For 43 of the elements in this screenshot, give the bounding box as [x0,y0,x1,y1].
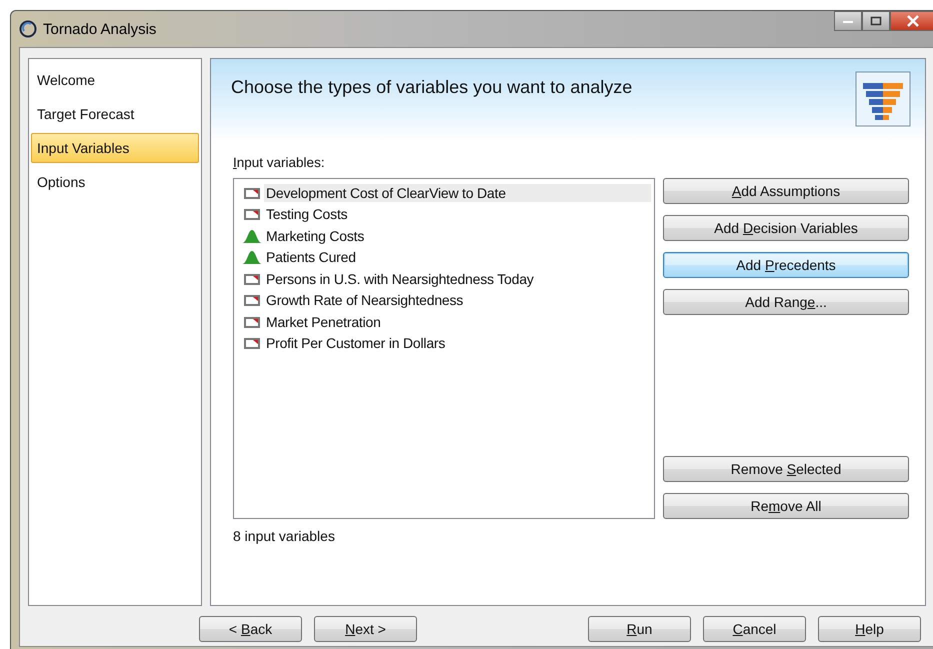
maximize-button[interactable] [862,11,890,31]
variable-count: 8 input variables [233,528,336,544]
cell-icon [242,314,262,329]
cell-icon [242,207,262,222]
add-button[interactable]: Add Range... [663,289,909,315]
action-button[interactable]: Help [818,616,921,642]
list-item[interactable]: Marketing Costs [264,226,651,245]
list-item[interactable]: Market Penetration [264,312,651,331]
add-button[interactable]: Add Assumptions [663,178,909,204]
maximize-icon [870,16,882,26]
remove-button[interactable]: Remove Selected [663,456,909,482]
window-title: Tornado Analysis [43,20,156,38]
add-button[interactable]: Add Decision Variables [663,215,909,241]
nav-button[interactable]: Next > [314,616,417,642]
cell-icon [242,272,262,286]
cell-icon [242,336,262,350]
remove-button[interactable]: Remove All [663,493,909,519]
bell-curve-icon [242,250,262,264]
sidebar-item[interactable]: Welcome [31,65,199,95]
action-button[interactable]: Cancel [703,616,806,642]
tornado-chart-icon [855,71,911,127]
list-item[interactable]: Persons in U.S. with Nearsightedness Today [264,270,651,288]
add-button[interactable]: Add Precedents [663,252,909,278]
list-item[interactable]: Growth Rate of Nearsightedness [264,291,651,310]
sidebar-item[interactable]: Input Variables [31,133,199,163]
sidebar-item[interactable]: Options [31,167,199,197]
close-button[interactable] [890,11,933,31]
action-button[interactable]: Run [588,616,691,642]
list-item[interactable]: Patients Cured [264,248,651,266]
list-item[interactable]: Testing Costs [264,205,651,224]
list-label: Input variables: [233,155,326,170]
minimize-button[interactable] [834,11,862,31]
swirl-icon [19,20,37,38]
bell-curve-icon [242,228,262,243]
cell-icon [242,293,262,308]
page-heading: Choose the types of variables you want to analyze [231,77,632,98]
sidebar-item[interactable]: Target Forecast [31,99,199,129]
list-item[interactable]: Development Cost of ClearView to Date [264,184,651,202]
nav-button[interactable]: < Back [199,616,302,642]
close-icon [906,15,920,27]
minimize-icon [842,18,854,24]
cell-icon [242,186,262,200]
list-item[interactable]: Profit Per Customer in Dollars [264,334,651,352]
